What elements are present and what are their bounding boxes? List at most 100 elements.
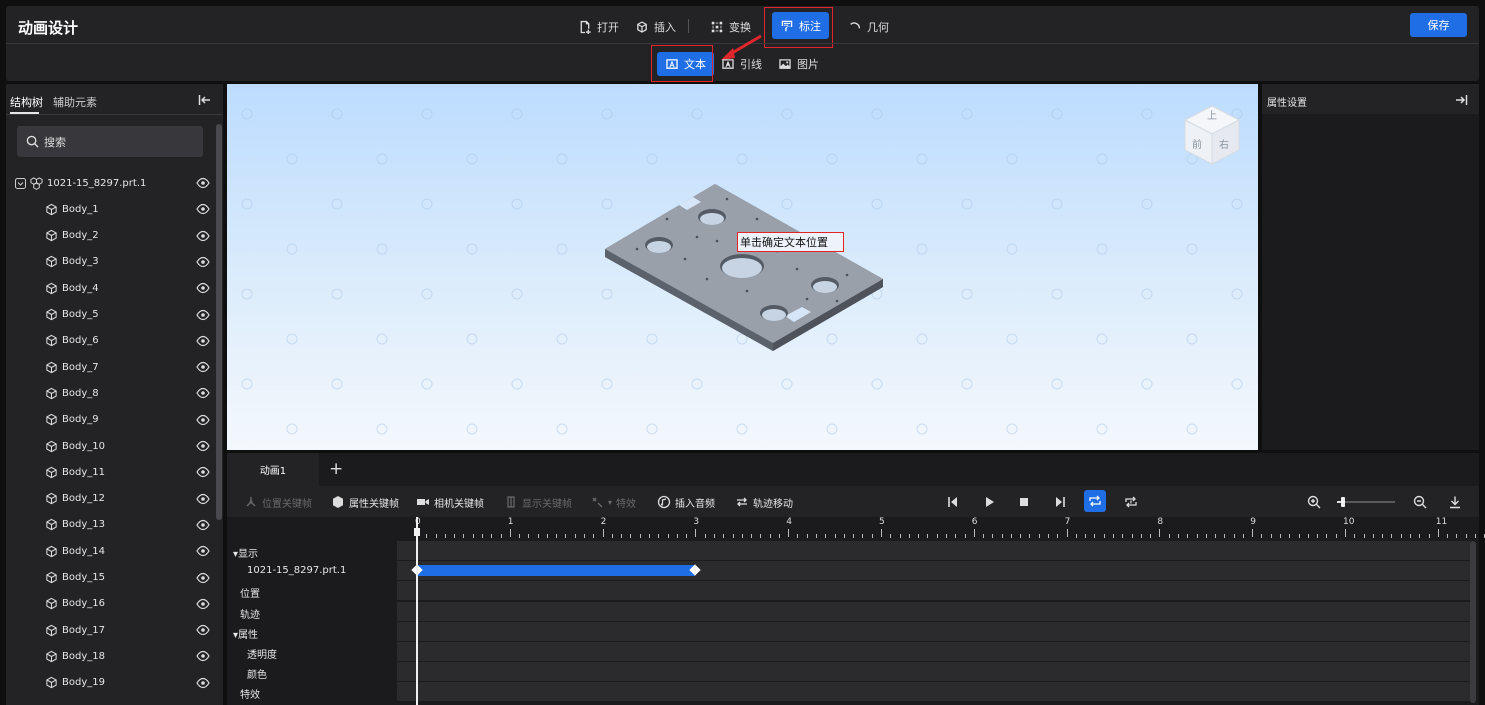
zoom-slider[interactable] (1337, 501, 1395, 503)
tree-item[interactable]: Body_2 (6, 223, 214, 249)
tree-item[interactable]: Body_1 (6, 196, 214, 222)
add-animation-button[interactable]: + (329, 459, 343, 479)
tree-item[interactable]: Body_13 (6, 512, 214, 538)
ruler-tick (1474, 534, 1476, 538)
tree-item[interactable]: Body_11 (6, 459, 214, 485)
stop-icon[interactable] (1017, 495, 1031, 509)
download-icon[interactable] (1448, 495, 1462, 509)
eye-icon[interactable] (196, 465, 210, 479)
eye-icon[interactable] (196, 597, 210, 611)
tree-item[interactable]: Body_8 (6, 380, 214, 406)
camera-keyframe-button[interactable]: 相机关键帧 (416, 494, 484, 510)
insert-audio-button[interactable]: 插入音频 (657, 494, 715, 510)
expand-toggle-icon[interactable] (15, 177, 26, 189)
tree-item[interactable]: Body_15 (6, 565, 214, 591)
timeline-scrollbar[interactable] (1470, 541, 1476, 703)
track-row[interactable] (397, 541, 1470, 560)
tree-item[interactable]: Body_9 (6, 407, 214, 433)
eye-icon[interactable] (196, 281, 210, 295)
part-model[interactable] (597, 179, 897, 359)
tree-item[interactable]: Body_7 (6, 354, 214, 380)
track-row[interactable] (397, 581, 1470, 601)
cube-icon (46, 571, 57, 584)
track-move-button[interactable]: 轨迹移动 (735, 494, 793, 510)
collapse-right-icon[interactable] (1454, 94, 1468, 106)
tree-item[interactable]: Body_3 (6, 249, 214, 275)
scrollbar[interactable] (216, 124, 222, 520)
eye-icon[interactable] (196, 492, 210, 506)
eye-icon[interactable] (196, 334, 210, 348)
eye-icon[interactable] (196, 413, 210, 427)
tree-item[interactable]: Body_5 (6, 302, 214, 328)
property-keyframe-button[interactable]: 属性关键帧 (331, 494, 399, 510)
tab-animation-1[interactable]: 动画1 (227, 453, 319, 486)
leader-tool-button[interactable]: 引线 (713, 52, 770, 76)
play-icon[interactable] (982, 495, 996, 509)
time-ruler[interactable]: 01234567891011 (397, 517, 1485, 541)
ruler-tick (1326, 534, 1328, 538)
tree-item[interactable]: Body_17 (6, 617, 214, 643)
effects-button[interactable]: ▾ 特效 (590, 494, 636, 510)
image-tool-button[interactable]: 图片 (770, 52, 827, 76)
playhead[interactable] (414, 517, 420, 705)
collapse-left-icon[interactable] (198, 94, 212, 106)
tab-structure-tree[interactable]: 结构树 (10, 94, 43, 110)
tree-item[interactable]: Body_19 (6, 670, 214, 696)
eye-icon[interactable] (196, 623, 210, 637)
animation-clip[interactable] (417, 565, 696, 576)
eye-icon[interactable] (196, 544, 210, 558)
tree-item[interactable]: Body_16 (6, 591, 214, 617)
display-keyframe-button[interactable]: 显示关键帧 (504, 494, 572, 510)
zoom-in-icon[interactable] (1307, 495, 1321, 509)
tree-item[interactable]: Body_4 (6, 275, 214, 301)
camera-icon (417, 499, 429, 505)
search-input[interactable]: 搜索 (17, 126, 203, 157)
eye-icon[interactable] (196, 518, 210, 532)
zoom-out-icon[interactable] (1413, 495, 1427, 509)
ruler-tick (667, 534, 669, 538)
save-button[interactable]: 保存 (1410, 13, 1467, 37)
geometry-button[interactable]: 几何 (842, 14, 895, 39)
eye-icon[interactable] (196, 571, 210, 585)
playhead-handle[interactable] (414, 528, 420, 536)
tab-auxiliary[interactable]: 辅助元素 (53, 94, 97, 110)
track-row[interactable] (397, 621, 1470, 641)
tree-item[interactable]: Body_6 (6, 328, 214, 354)
ruler-tick (1205, 534, 1207, 538)
tree-item[interactable]: Body_12 (6, 486, 214, 512)
eye-icon[interactable] (196, 176, 210, 190)
eye-icon[interactable] (196, 676, 210, 690)
cube-icon (46, 440, 57, 452)
eye-icon[interactable] (196, 439, 210, 453)
loop-button[interactable] (1084, 490, 1106, 512)
track-row[interactable] (397, 642, 1470, 661)
eye-icon[interactable] (196, 308, 210, 322)
3d-viewport[interactable]: 单击确定文本位置 上 前 右 (227, 84, 1258, 450)
step-forward-icon[interactable] (1053, 495, 1067, 509)
play-once-icon[interactable] (1124, 495, 1138, 509)
track-row[interactable] (397, 601, 1470, 621)
tree-item[interactable]: Body_14 (6, 538, 214, 564)
eye-icon[interactable] (196, 649, 210, 663)
position-keyframe-button[interactable]: 位置关键帧 (244, 494, 312, 510)
eye-icon[interactable] (196, 255, 210, 269)
eye-icon[interactable] (196, 360, 210, 374)
step-back-icon[interactable] (946, 495, 960, 509)
insert-button[interactable]: 插入 (629, 14, 682, 39)
tree-root-item[interactable]: 1021-15_8297.prt.1 (6, 170, 214, 196)
ruler-tick (806, 534, 808, 538)
highlight-box (764, 7, 833, 48)
tree-item[interactable]: Body_10 (6, 433, 214, 459)
eye-icon[interactable] (196, 229, 210, 243)
eye-icon[interactable] (196, 386, 210, 400)
eye-icon[interactable] (196, 202, 210, 216)
ruler-tick (1020, 534, 1022, 538)
tree-item[interactable]: Body_18 (6, 643, 214, 669)
zoom-slider-handle[interactable] (1340, 497, 1345, 507)
open-button[interactable]: 打开 (572, 14, 625, 39)
track-row[interactable] (397, 662, 1470, 682)
ruler-tick (1400, 534, 1402, 538)
track-row[interactable] (397, 682, 1470, 702)
ruler-tick-label: 6 (971, 517, 978, 527)
ruler-tick (649, 534, 650, 538)
